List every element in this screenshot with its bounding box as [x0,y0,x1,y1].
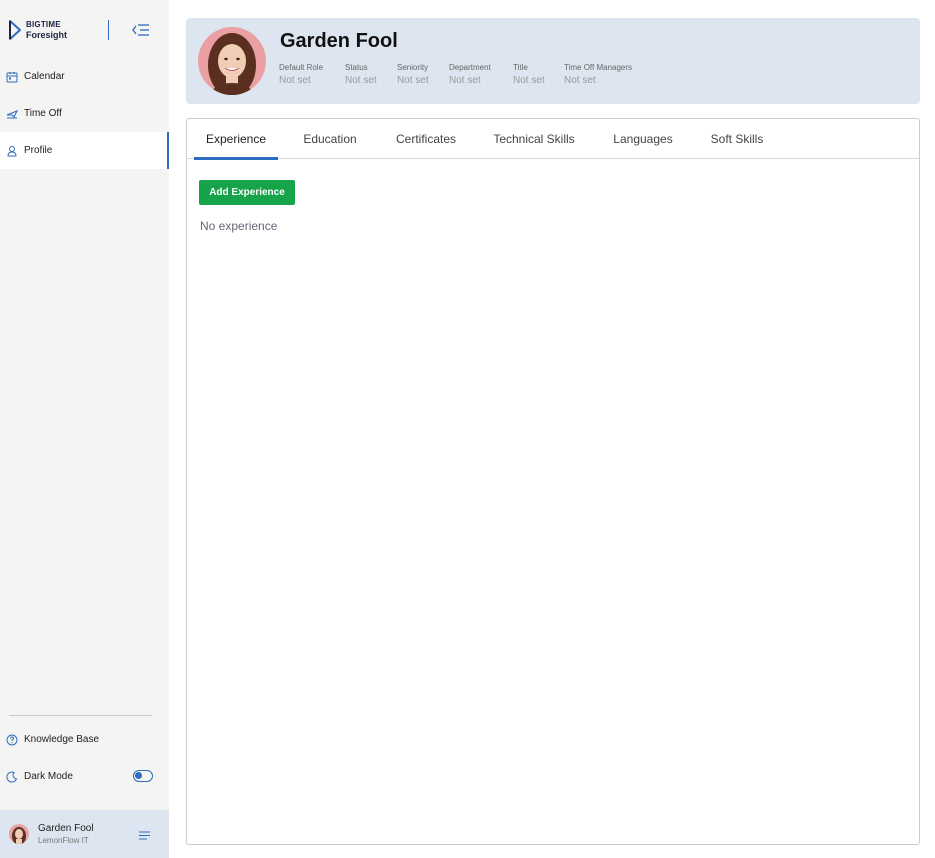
profile-avatar [198,27,266,95]
tab-certificates[interactable]: Certificates [383,119,469,159]
main-nav: Calendar Time Off Profile [0,58,169,169]
tab-languages[interactable]: Languages [601,119,685,159]
nav-item-calendar[interactable]: Calendar [0,58,169,95]
profile-content-card: Experience Education Certificates Techni… [186,118,920,845]
bigtime-logo-icon [9,20,21,40]
field-status: Status Not set [345,62,377,89]
field-value: Not set [397,75,429,86]
tab-education[interactable]: Education [293,119,367,159]
tab-soft-skills[interactable]: Soft Skills [700,119,774,159]
profile-tabs: Experience Education Certificates Techni… [187,119,919,160]
user-avatar [9,824,29,844]
nav-label-knowledge-base: Knowledge Base [24,734,100,745]
user-card[interactable]: Garden Fool LemonFlow IT [0,810,169,858]
user-info: Garden Fool LemonFlow IT [38,822,94,846]
brand-product: Foresight [26,30,68,40]
field-seniority: Seniority Not set [397,62,429,89]
field-department: Department Not set [449,62,491,89]
field-label: Default Role [279,63,324,72]
tab-experience[interactable]: Experience [194,119,278,160]
field-value: Not set [513,75,545,86]
field-title: Title Not set [513,62,545,89]
menu-icon[interactable] [139,831,150,840]
sidebar: BIGTIME Foresight Calendar Time Off Prof… [0,0,169,858]
user-org: LemonFlow IT [38,836,89,845]
field-label: Department [449,63,491,72]
user-name: Garden Fool [38,823,94,834]
profile-name: Garden Fool [280,30,398,52]
user-icon [6,145,18,157]
calendar-icon [6,71,18,83]
moon-icon [6,771,18,783]
field-label: Status [345,63,368,72]
field-label: Title [513,63,528,72]
sidebar-divider [9,715,152,716]
tab-technical-skills[interactable]: Technical Skills [483,119,585,159]
field-value: Not set [345,75,377,86]
brand-divider [108,20,109,40]
brand-logo[interactable]: BIGTIME Foresight [8,19,67,41]
add-experience-button[interactable]: Add Experience [199,180,295,205]
empty-state-text: No experience [200,219,278,233]
nav-item-dark-mode[interactable]: Dark Mode [0,758,169,795]
field-value: Not set [564,75,596,86]
field-label: Time Off Managers [564,63,633,72]
collapse-sidebar-icon[interactable] [132,22,150,38]
nav-label-calendar: Calendar [24,71,65,82]
field-label: Seniority [397,63,429,72]
nav-item-time-off[interactable]: Time Off [0,95,169,132]
field-time-off-managers: Time Off Managers Not set [564,62,632,89]
field-default-role: Default Role Not set [279,62,323,89]
app: BIGTIME Foresight Calendar Time Off Prof… [0,0,935,858]
nav-item-knowledge-base[interactable]: Knowledge Base [0,721,169,758]
nav-label-profile: Profile [24,145,53,156]
field-value: Not set [449,75,481,86]
dark-mode-toggle[interactable] [133,770,153,782]
nav-label-dark-mode: Dark Mode [24,771,73,782]
nav-label-time-off: Time Off [24,108,62,119]
toggle-knob [135,772,142,779]
plane-icon [6,108,18,120]
help-icon [6,734,18,746]
field-value: Not set [279,75,311,86]
profile-header: Garden Fool Default Role Not set Status … [186,18,920,104]
bottom-nav: Knowledge Base Dark Mode [0,721,169,795]
brand-name: BIGTIME [26,20,61,29]
brand-text: BIGTIME Foresight [26,20,67,40]
nav-item-profile[interactable]: Profile [0,132,169,169]
